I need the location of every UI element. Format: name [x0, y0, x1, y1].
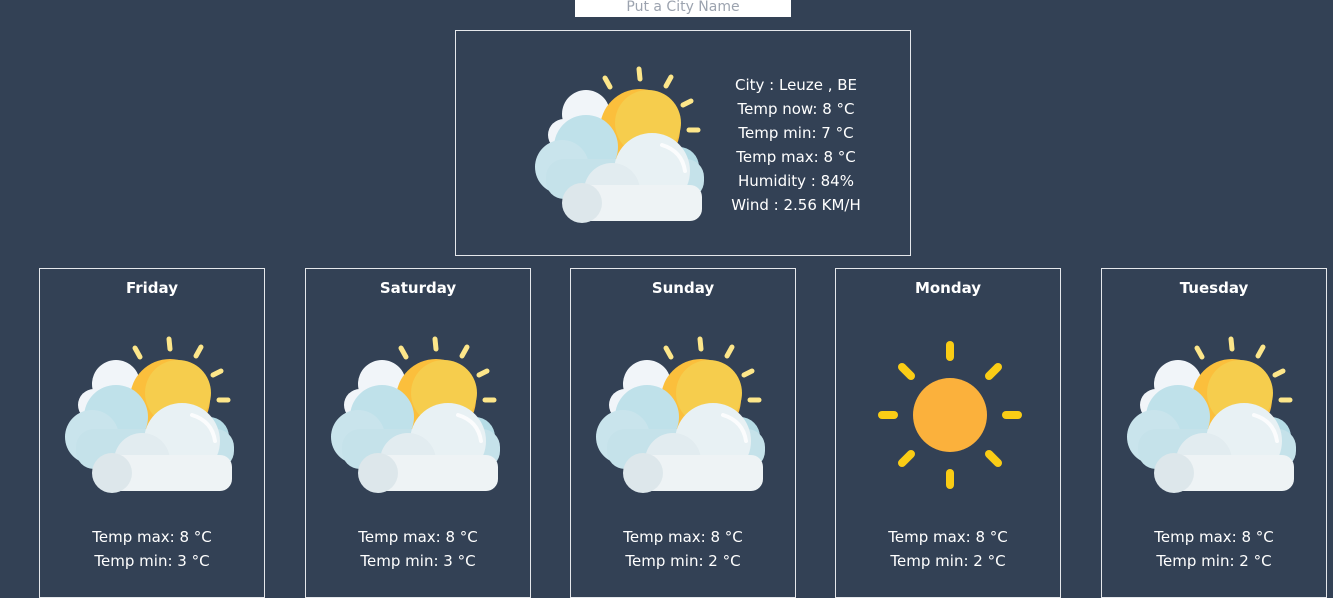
current-weather-card: City : Leuze , BE Temp now: 8 °C Temp mi… — [455, 30, 911, 256]
forecast-temp-max: Temp max: 8 °C — [623, 528, 743, 546]
sun-behind-clouds-icon — [330, 335, 510, 495]
city-label: City : Leuze , BE — [735, 76, 857, 94]
forecast-temp-min: Temp min: 2 °C — [625, 552, 741, 570]
temp-min-label: Temp min: 7 °C — [738, 124, 854, 142]
forecast-temp-max: Temp max: 8 °C — [1154, 528, 1274, 546]
forecast-temp-min: Temp min: 3 °C — [94, 552, 210, 570]
temp-now-label: Temp now: 8 °C — [737, 100, 855, 118]
forecast-temp-min: Temp min: 3 °C — [360, 552, 476, 570]
forecast-card-sunday: Sunday Temp max: 8 °C Temp min: 2 °C — [570, 268, 796, 598]
forecast-temp-min: Temp min: 2 °C — [890, 552, 1006, 570]
forecast-temp-max: Temp max: 8 °C — [358, 528, 478, 546]
sun-behind-clouds-icon — [64, 335, 244, 495]
forecast-temp-min: Temp min: 2 °C — [1156, 552, 1272, 570]
sun-icon — [860, 335, 1040, 495]
wind-label: Wind : 2.56 KM/H — [731, 196, 861, 214]
city-search-input[interactable] — [575, 0, 791, 17]
forecast-card-saturday: Saturday Temp max: 8 °C Temp min: 3 °C — [305, 268, 531, 598]
forecast-day-name: Friday — [125, 279, 178, 297]
forecast-card-friday: Friday Temp max: 8 °C Temp min: 3 °C — [39, 268, 265, 598]
forecast-card-tuesday: Tuesday Temp max: 8 °C Temp min: 2 °C — [1101, 268, 1327, 598]
forecast-day-name: Sunday — [651, 279, 715, 297]
forecast-day-name: Monday — [914, 279, 982, 297]
sun-behind-clouds-icon — [595, 335, 775, 495]
sun-behind-clouds-icon — [534, 65, 714, 225]
forecast-temp-max: Temp max: 8 °C — [888, 528, 1008, 546]
temp-max-label: Temp max: 8 °C — [736, 148, 856, 166]
forecast-day-name: Saturday — [379, 279, 457, 297]
forecast-card-monday: Monday Temp max: 8 °C Temp min: 2 °C — [835, 268, 1061, 598]
forecast-temp-max: Temp max: 8 °C — [92, 528, 212, 546]
current-weather-details: City : Leuze , BE Temp now: 8 °C Temp mi… — [718, 73, 874, 217]
humidity-label: Humidity : 84% — [738, 172, 854, 190]
forecast-day-name: Tuesday — [1179, 279, 1249, 297]
sun-behind-clouds-icon — [1126, 335, 1306, 495]
